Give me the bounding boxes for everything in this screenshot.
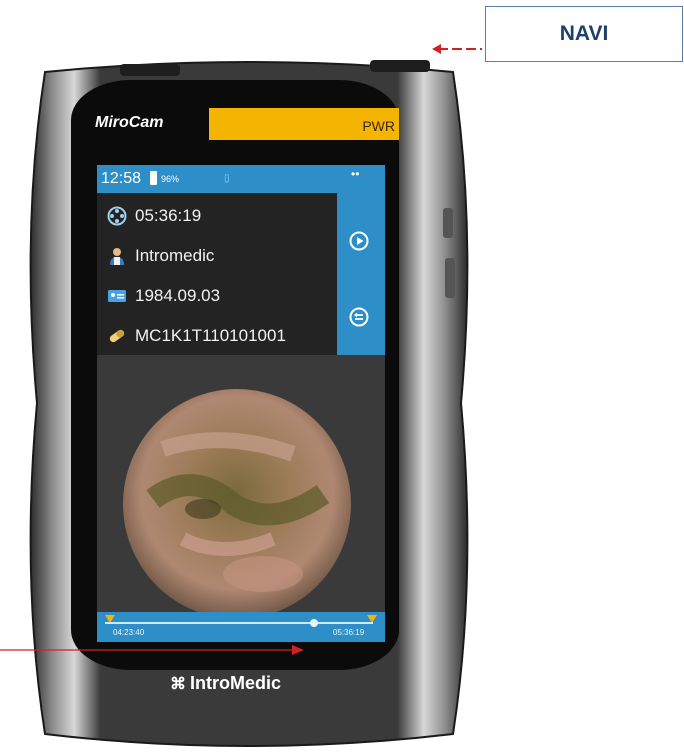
film-reel-icon bbox=[107, 206, 127, 226]
patient-info-panel: 05:36:19 Intromedic 1984.09.03 MC1K1T110… bbox=[97, 193, 337, 355]
intromedic-logo-text: IntroMedic bbox=[190, 673, 282, 693]
capsule-id: MC1K1T110101001 bbox=[135, 326, 286, 345]
elapsed-row: 05:36:19 bbox=[107, 201, 201, 231]
signal-icon: ▯ bbox=[224, 173, 230, 184]
elapsed-time: 05:36:19 bbox=[135, 206, 202, 225]
play-icon[interactable] bbox=[348, 230, 370, 252]
patient-name: Intromedic bbox=[135, 246, 215, 265]
brand-row: MiroCam PWR bbox=[95, 108, 400, 144]
menu-dots-icon[interactable]: •• bbox=[351, 167, 359, 181]
timeline-end-time: 05:36:19 bbox=[333, 628, 365, 637]
side-control-panel bbox=[337, 193, 385, 355]
endoscopy-image bbox=[123, 389, 351, 619]
capsule-icon bbox=[109, 329, 125, 343]
video-area bbox=[97, 355, 385, 635]
navi-label: NAVI bbox=[559, 22, 609, 45]
intromedic-mark-icon: ⌘ bbox=[170, 675, 186, 693]
power-button[interactable]: PWR bbox=[209, 108, 399, 140]
back-icon[interactable] bbox=[348, 306, 370, 328]
timeline-position-handle[interactable] bbox=[310, 619, 319, 627]
app-screen: 12:58 96% ▯ •• 05:36:19 Intromedic 1984.… bbox=[97, 165, 385, 642]
battery-percent: 96% bbox=[161, 174, 180, 184]
doctor-icon bbox=[110, 248, 124, 265]
battery-icon bbox=[150, 171, 157, 185]
navi-arrow bbox=[432, 44, 482, 54]
id-card-icon bbox=[108, 290, 126, 302]
birthdate-row: 1984.09.03 bbox=[107, 281, 220, 311]
birth-date: 1984.09.03 bbox=[135, 286, 221, 305]
patient-row: Intromedic bbox=[107, 241, 214, 271]
timeline-pointer-arrow bbox=[0, 645, 304, 655]
timeline-track[interactable] bbox=[105, 622, 373, 624]
capsule-row: MC1K1T110101001 bbox=[107, 321, 286, 351]
brand-logo: MiroCam bbox=[95, 114, 164, 131]
intromedic-logo: ⌘ IntroMedic bbox=[170, 673, 281, 694]
navi-callout-box: NAVI bbox=[485, 6, 683, 62]
status-bar: 12:58 96% ▯ •• bbox=[97, 165, 385, 193]
power-label: PWR bbox=[362, 118, 395, 134]
status-time: 12:58 bbox=[101, 170, 142, 187]
